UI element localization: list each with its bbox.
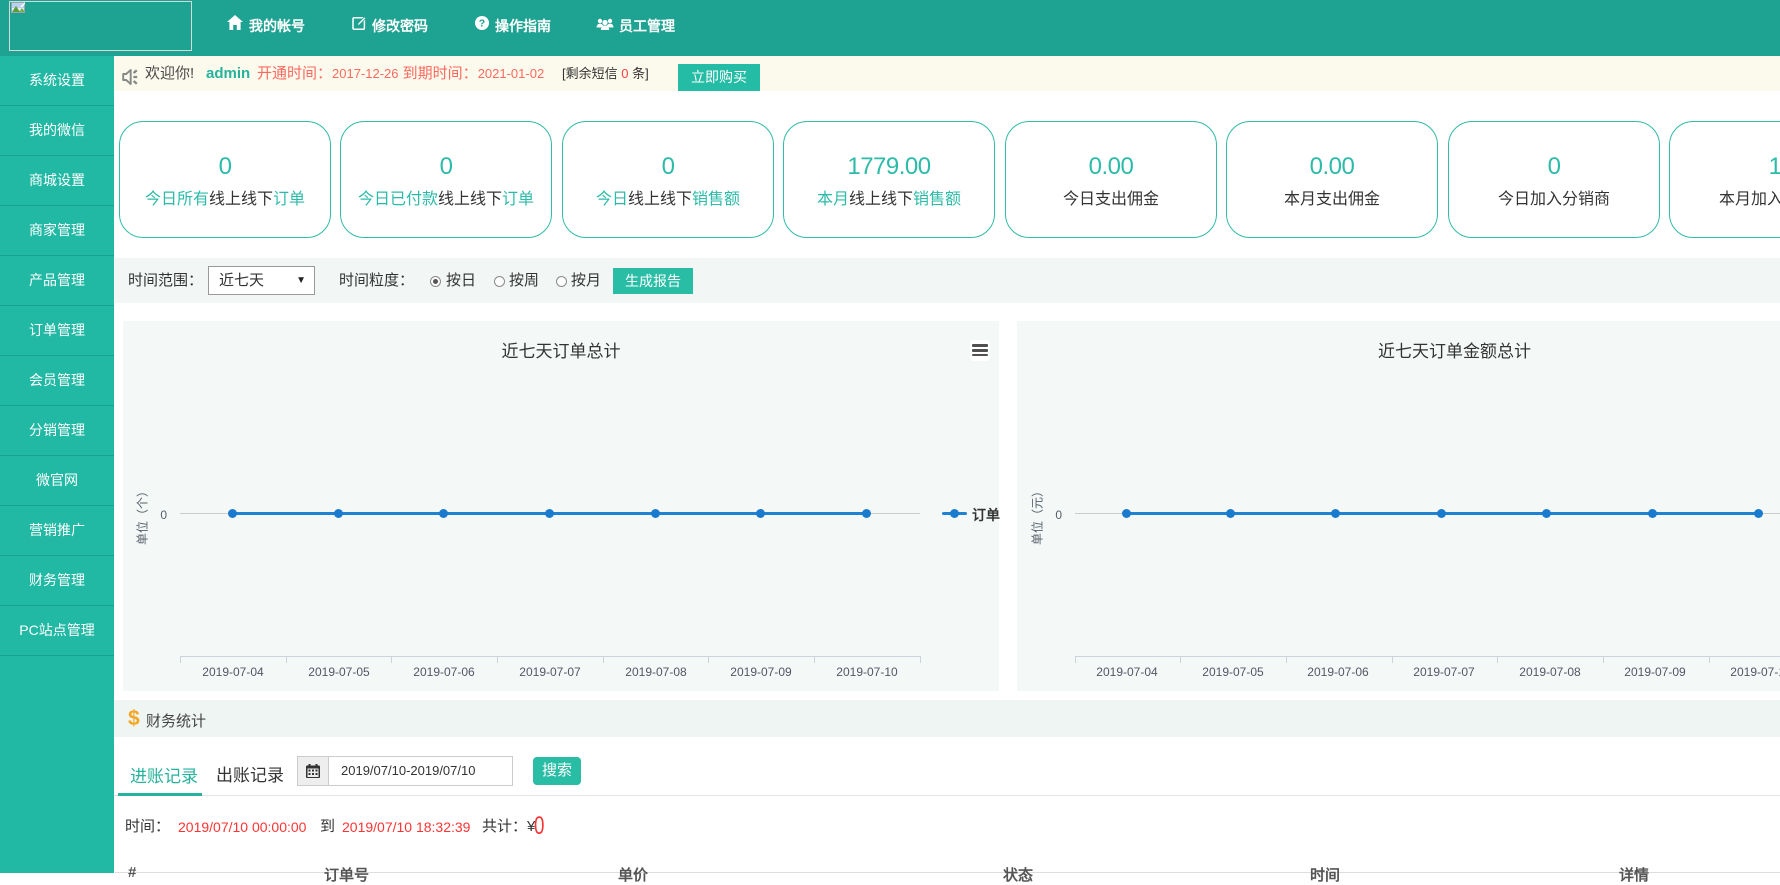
svg-text:?: ?: [479, 18, 485, 30]
